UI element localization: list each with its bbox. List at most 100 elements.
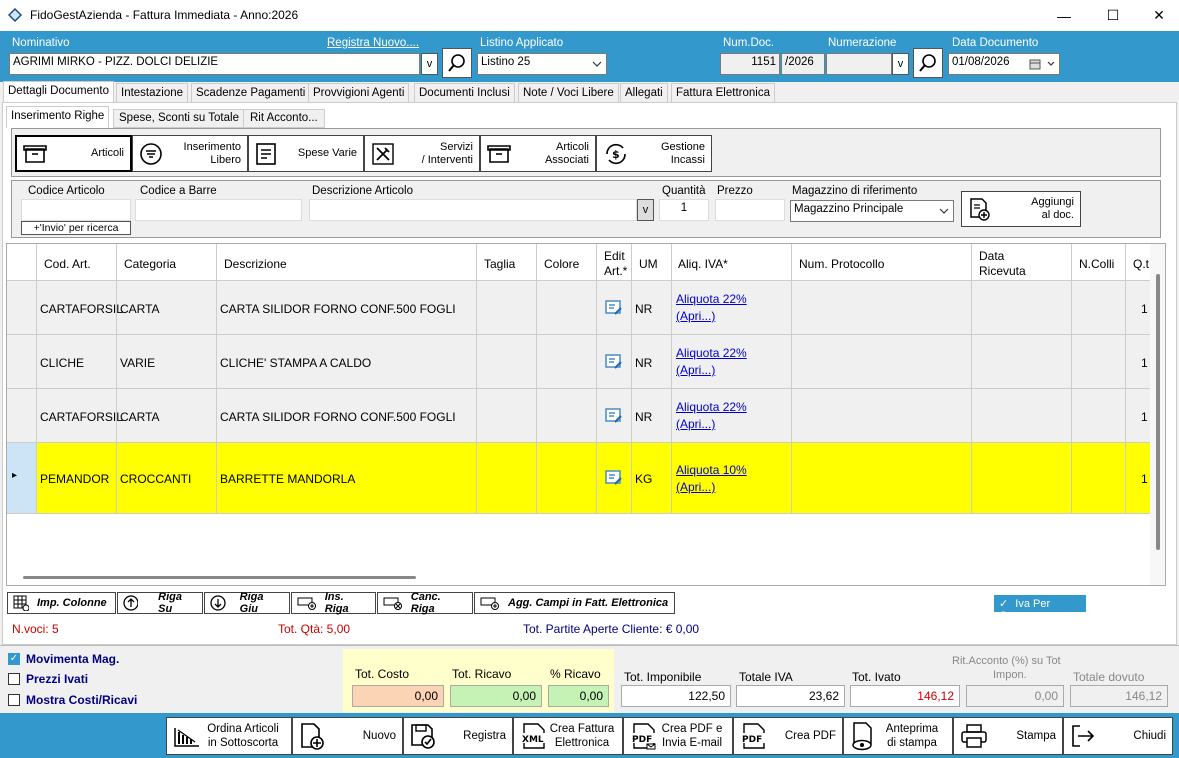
ordina-label-1: Ordina Articoli <box>207 723 279 735</box>
agg-campi-label: Agg. Campi in Fatt. Elettronica <box>508 597 669 609</box>
servizi-interventi-button[interactable]: Servizi / Interventi <box>364 135 480 172</box>
cell-descrizione: BARRETTE MANDORLA <box>220 472 356 486</box>
horizontal-scroll-thumb[interactable] <box>23 576 416 579</box>
table-row[interactable]: CLICHE VARIE CLICHE' STAMPA A CALDO NR A… <box>7 335 1150 389</box>
numerazione-input[interactable] <box>826 53 892 75</box>
codice-articolo-input[interactable] <box>21 199 131 221</box>
cell-iva-link-2[interactable]: (Apri...) <box>676 362 715 379</box>
articoli-button[interactable]: Articoli <box>15 135 132 172</box>
close-button[interactable]: ✕ <box>1136 0 1179 31</box>
articoli-associati-button[interactable]: Articoli Associati <box>480 135 596 172</box>
chiudi-button[interactable]: Chiudi <box>1063 717 1173 755</box>
perc-ricavo-value: 0,00 <box>548 685 609 707</box>
subtab-spese-sconti[interactable]: Spese, Sconti su Totale <box>113 109 245 128</box>
crea-pdf-email-button[interactable]: PDF Crea PDF e Invia E-mail <box>623 717 733 755</box>
cell-iva-link-1[interactable]: Aliquota 22% <box>676 291 747 308</box>
ordina-sottoscorta-button[interactable]: Ordina Articoli in Sottoscorta <box>166 717 292 755</box>
chevron-down-icon[interactable] <box>1047 61 1055 66</box>
iva-per-cassa-checkbox[interactable]: ✓ Iva Per Cassa <box>994 595 1086 622</box>
prezzo-input[interactable] <box>715 199 785 221</box>
edit-article-icon[interactable] <box>605 470 623 486</box>
table-row[interactable]: CARTAFORSIL CARTA CARTA SILIDOR FORNO CO… <box>7 281 1150 335</box>
edit-article-icon[interactable] <box>605 354 623 370</box>
table-row[interactable]: CARTAFORSIL CARTA CARTA SILIDOR FORNO CO… <box>7 389 1150 443</box>
cell-iva-link-1[interactable]: Aliquota 22% <box>676 345 747 362</box>
movimenta-mag-checkbox[interactable]: ✓ Movimenta Mag. <box>8 652 119 666</box>
document-add-icon <box>970 198 990 221</box>
cell-iva-link-2[interactable]: (Apri...) <box>676 308 715 325</box>
numerazione-dropdown-button[interactable]: v <box>892 53 909 75</box>
numerazione-search-button[interactable] <box>913 48 943 78</box>
edit-article-icon[interactable] <box>605 408 623 424</box>
prezzi-ivati-checkbox[interactable]: Prezzi Ivati <box>8 672 88 686</box>
col-aliq-iva[interactable]: Aliq. IVA* <box>678 257 728 271</box>
nuovo-button[interactable]: Nuovo <box>292 717 403 755</box>
inserimento-libero-button[interactable]: Inserimento Libero <box>132 135 248 172</box>
crea-pdf-button[interactable]: PDF Crea PDF <box>733 717 843 755</box>
preview-icon <box>852 722 872 751</box>
subtab-inserimento-righe[interactable]: Inserimento Righe <box>6 106 110 128</box>
add-fields-icon <box>480 597 499 610</box>
box-icon <box>487 144 511 163</box>
nominativo-input[interactable]: AGRIMI MIRKO - PIZZ. DOLCI DELIZIE <box>9 53 420 75</box>
tab-documenti-inclusi[interactable]: Documenti Inclusi <box>414 83 515 102</box>
tab-allegati[interactable]: Allegati <box>620 83 668 102</box>
cell-iva-link-2[interactable]: (Apri...) <box>676 479 715 496</box>
codice-barre-input[interactable] <box>135 199 302 221</box>
anteprima-stampa-button[interactable]: Anteprima di stampa <box>843 717 953 755</box>
descrizione-dropdown-button[interactable]: v <box>637 199 654 221</box>
descrizione-articolo-input[interactable] <box>309 199 637 221</box>
spese-varie-button[interactable]: Spese Varie <box>248 135 364 172</box>
tab-dettagli-documento[interactable]: Dettagli Documento <box>3 81 114 102</box>
tab-fattura-elettronica[interactable]: Fattura Elettronica <box>671 83 775 102</box>
nominativo-dropdown-button[interactable]: v <box>421 53 438 75</box>
cell-iva-link-1[interactable]: Aliquota 10% <box>676 462 747 479</box>
magazzino-select[interactable]: Magazzino Principale <box>790 200 954 222</box>
agg-campi-fatt-button[interactable]: Agg. Campi in Fatt. Elettronica <box>474 592 675 614</box>
registra-button[interactable]: Registra <box>403 717 513 755</box>
data-documento-input[interactable]: 01/08/2026 <box>948 53 1060 75</box>
tab-provvigioni-agenti[interactable]: Provvigioni Agenti <box>308 83 410 102</box>
gestione-incassi-button[interactable]: $ Gestione Incassi <box>596 135 712 172</box>
maximize-button[interactable]: ☐ <box>1090 0 1136 31</box>
col-num-protocollo[interactable]: Num. Protocollo <box>799 257 884 271</box>
subtab-rit-acconto[interactable]: Rit Acconto... <box>243 109 325 128</box>
calendar-icon[interactable] <box>1029 58 1041 70</box>
imp-colonne-button[interactable]: Imp. Colonne <box>7 592 116 614</box>
ins-riga-button[interactable]: Ins. Riga <box>291 591 376 615</box>
table-row-selected[interactable]: ▸ PEMANDOR CROCCANTI BARRETTE MANDORLA K… <box>7 443 1150 514</box>
nominativo-search-button[interactable] <box>442 48 472 78</box>
col-cod-art[interactable]: Cod. Art. <box>44 257 91 271</box>
numdoc-input[interactable]: 1151 <box>720 53 780 75</box>
riga-su-button[interactable]: Riga Su <box>117 591 203 615</box>
mostra-costi-checkbox[interactable]: Mostra Costi/Ricavi <box>8 693 137 707</box>
tot-costo-label: Tot. Costo <box>355 667 410 681</box>
cell-iva-link-1[interactable]: Aliquota 22% <box>676 399 747 416</box>
tab-intestazione[interactable]: Intestazione <box>116 83 189 102</box>
crea-fattura-elettronica-button[interactable]: XML Crea Fattura Elettronica <box>513 717 623 755</box>
riga-giu-button[interactable]: Riga Giu <box>204 591 290 615</box>
col-colore[interactable]: Colore <box>544 257 579 271</box>
col-edit-2[interactable]: Art.* <box>604 264 627 278</box>
stampa-button[interactable]: Stampa <box>953 717 1063 755</box>
col-data-2[interactable]: Ricevuta <box>979 264 1026 278</box>
col-descrizione[interactable]: Descrizione <box>224 257 287 271</box>
col-um[interactable]: UM <box>639 257 658 271</box>
listino-select[interactable]: Listino 25 <box>477 53 607 75</box>
minimize-button[interactable]: — <box>1041 0 1087 31</box>
canc-riga-button[interactable]: Canc. Riga <box>377 591 473 615</box>
col-categoria[interactable]: Categoria <box>124 257 176 271</box>
cell-iva-link-2[interactable]: (Apri...) <box>676 416 715 433</box>
col-taglia[interactable]: Taglia <box>484 257 515 271</box>
edit-article-icon[interactable] <box>605 300 623 316</box>
registra-nuovo-link[interactable]: Registra Nuovo.... <box>327 37 419 49</box>
tab-scadenze-pagamenti[interactable]: Scadenze Pagamenti <box>191 83 311 102</box>
quantita-input[interactable]: 1 <box>659 199 709 221</box>
vertical-scroll-thumb[interactable] <box>1156 274 1160 550</box>
col-n-colli[interactable]: N.Colli <box>1079 257 1114 271</box>
col-qt[interactable]: Q.t <box>1133 257 1149 271</box>
aggiungi-doc-button[interactable]: Aggiungi al doc. <box>961 191 1081 227</box>
col-edit-1[interactable]: Edit <box>604 249 625 263</box>
col-data-1[interactable]: Data <box>979 249 1004 263</box>
tab-note-voci-libere[interactable]: Note / Voci Libere <box>518 83 619 102</box>
